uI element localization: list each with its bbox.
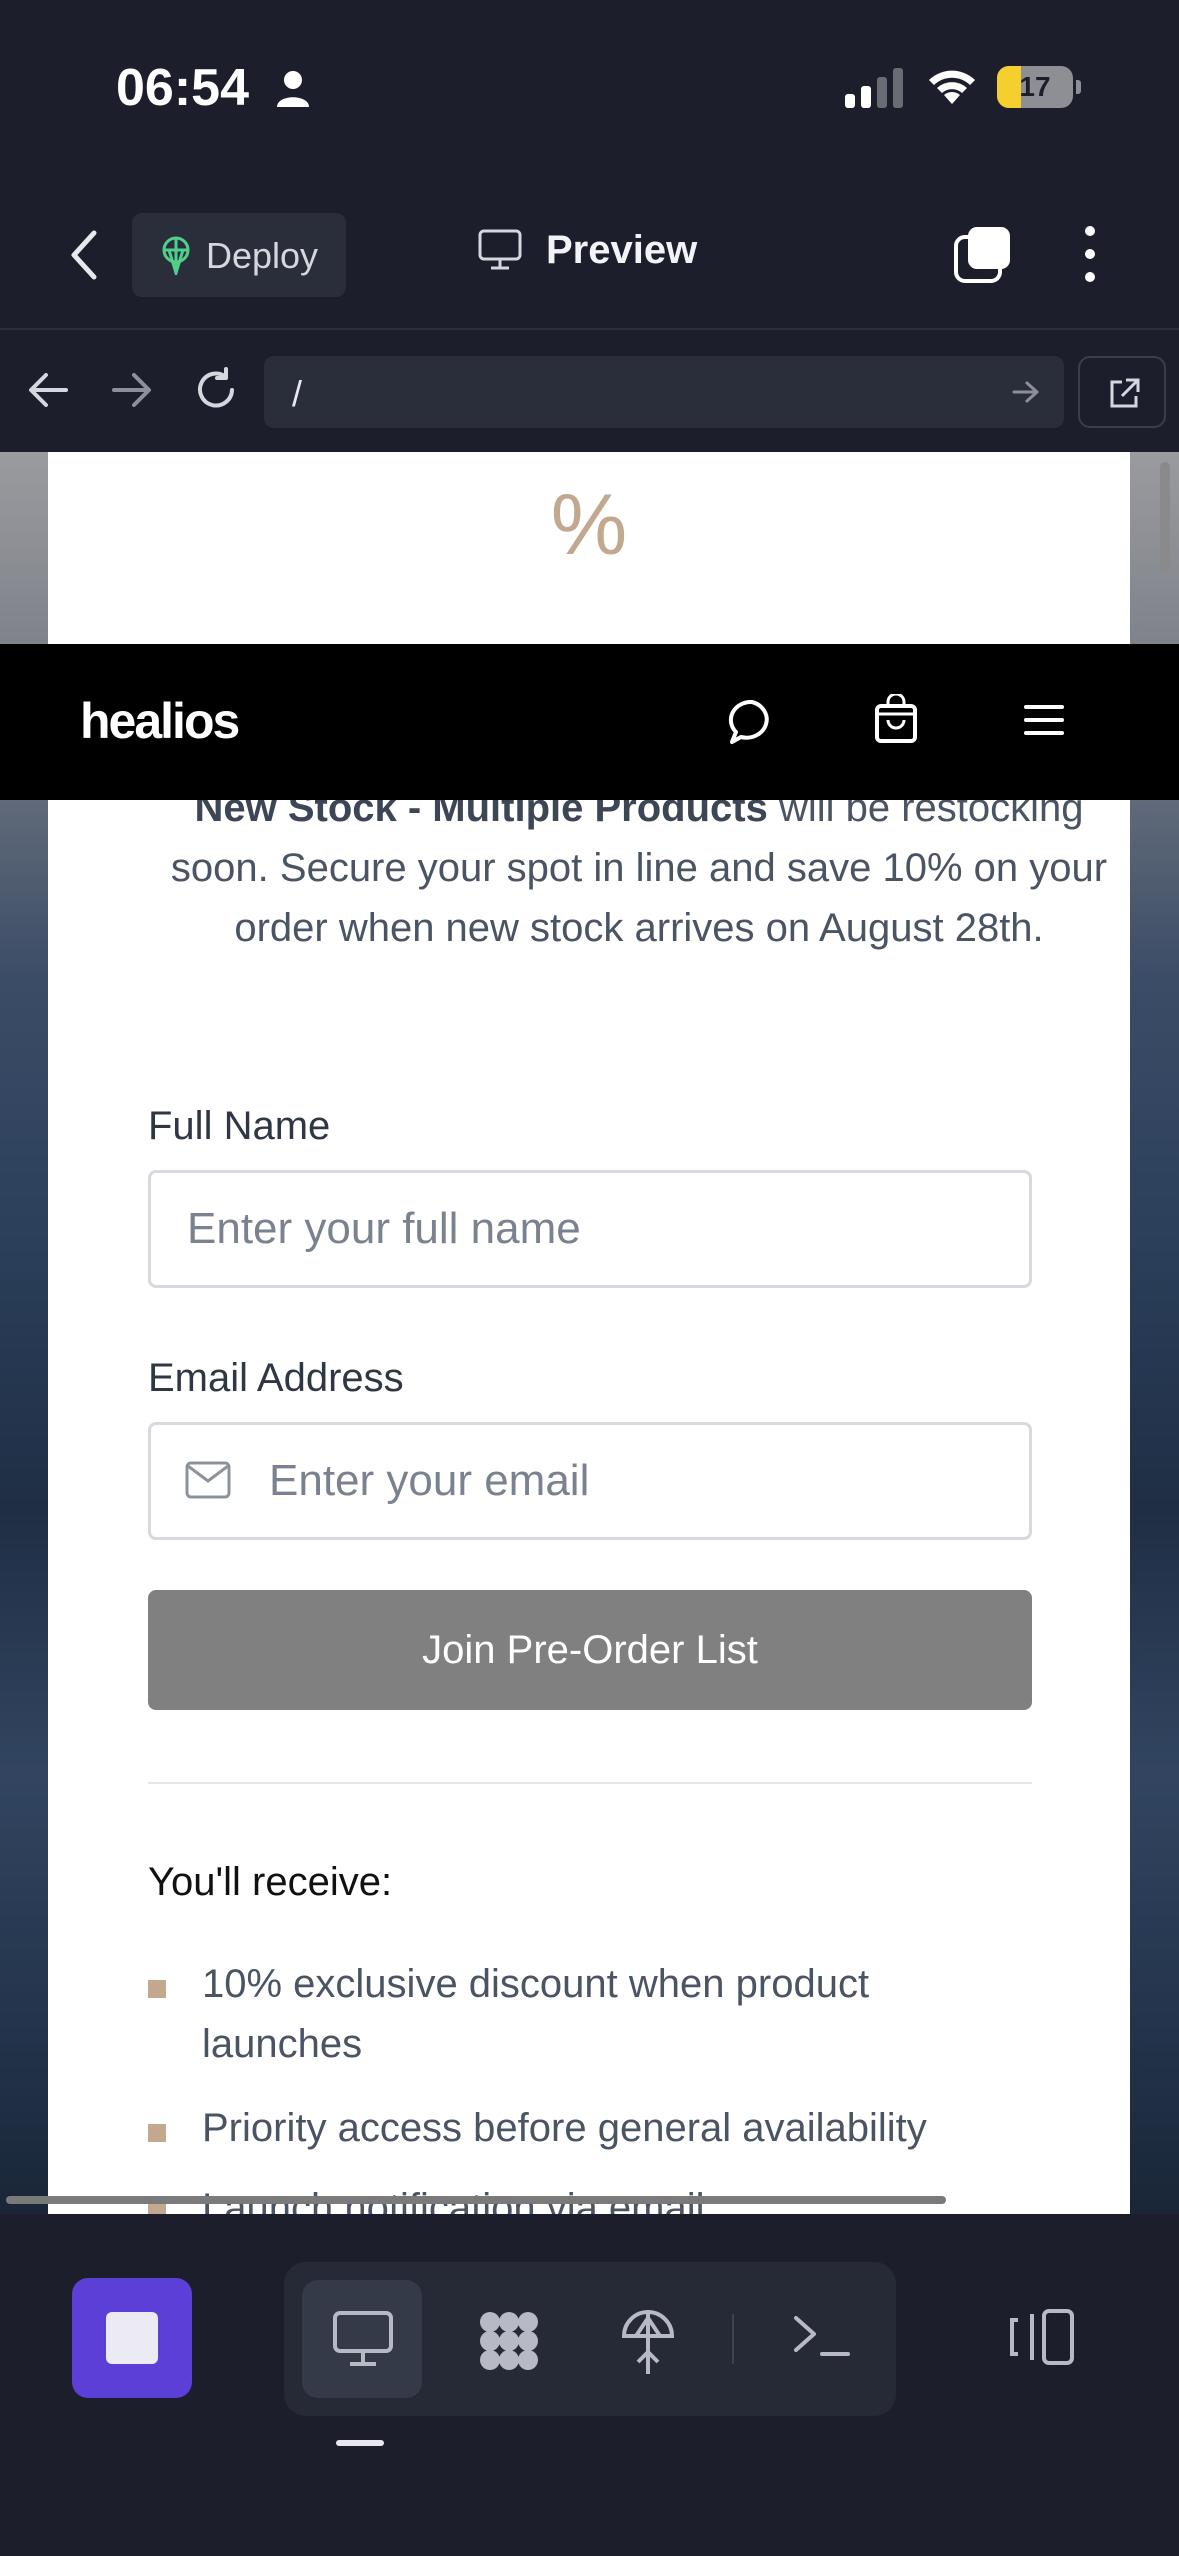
stop-button[interactable]: [72, 2278, 192, 2398]
external-link-icon: [1110, 378, 1140, 408]
stop-icon: [106, 2312, 158, 2364]
healios-logo[interactable]: healios: [80, 692, 240, 750]
signal-icon: [845, 68, 903, 108]
hamburger-menu-icon[interactable]: [1022, 702, 1066, 738]
preview-label: Preview: [546, 228, 698, 272]
benefit-text: 10% exclusive discount when product laun…: [202, 1962, 870, 2066]
bullet-icon: [148, 2204, 166, 2214]
deploy-icon: [162, 236, 190, 275]
toolbar-separator: [732, 2314, 734, 2364]
tabs-icon[interactable]: [952, 223, 1014, 285]
tool-preview[interactable]: [302, 2280, 422, 2398]
battery-icon: 17: [997, 66, 1081, 108]
full-name-field[interactable]: [148, 1170, 1032, 1288]
tool-terminal[interactable]: [762, 2280, 882, 2398]
url-input[interactable]: /: [264, 356, 1064, 428]
percent-icon: %: [550, 477, 628, 573]
reload-icon[interactable]: [192, 366, 240, 414]
mail-icon: [185, 1461, 231, 1499]
chat-icon[interactable]: [728, 698, 776, 746]
arrow-right-icon[interactable]: [110, 370, 154, 410]
shopping-bag-icon[interactable]: [874, 694, 918, 744]
open-external-button[interactable]: [1078, 356, 1166, 428]
full-name-input[interactable]: [187, 1173, 1007, 1285]
receive-title: You'll receive:: [148, 1860, 393, 1904]
join-preorder-button[interactable]: Join Pre-Order List: [148, 1590, 1032, 1710]
back-chevron-icon[interactable]: [62, 227, 108, 283]
puzzle-grid-icon: [480, 2312, 538, 2370]
arrow-left-icon[interactable]: [26, 370, 70, 410]
wifi-icon: [929, 70, 975, 104]
email-field[interactable]: [148, 1422, 1032, 1540]
more-vertical-icon[interactable]: [1072, 223, 1108, 285]
deploy-label: Deploy: [206, 235, 319, 276]
deploy-button[interactable]: Deploy: [132, 213, 346, 297]
web-preview: % New Stock - Multiple Products will be …: [0, 452, 1179, 2214]
full-name-label: Full Name: [148, 1104, 331, 1148]
url-text: /: [292, 373, 303, 414]
benefit-text: Priority access before general availabil…: [202, 2106, 927, 2150]
status-time: 06:54: [116, 59, 249, 117]
browser-url-bar: /: [0, 332, 1179, 452]
person-icon: [277, 71, 309, 107]
tool-integrations[interactable]: [448, 2280, 568, 2398]
bullet-icon: [148, 1980, 166, 1998]
status-bar: 06:54 17: [0, 0, 1179, 175]
intro-text: New Stock - Multiple Products will be re…: [168, 778, 1110, 958]
terminal-icon: [794, 2316, 850, 2356]
deploy-icon: [621, 2310, 675, 2374]
bullet-icon: [148, 2124, 166, 2142]
monitor-icon: [478, 229, 522, 270]
email-input[interactable]: [269, 1425, 1009, 1537]
vertical-scrollbar[interactable]: [1160, 462, 1170, 572]
bottom-toolbar: [0, 2214, 1179, 2556]
go-arrow-icon[interactable]: [1012, 380, 1040, 404]
tool-group: [284, 2262, 896, 2416]
monitor-icon: [333, 2311, 393, 2366]
site-navbar: healios: [0, 644, 1179, 800]
battery-level: 17: [1019, 71, 1051, 102]
horizontal-scrollbar[interactable]: [6, 2196, 946, 2204]
active-tab-indicator: [336, 2440, 384, 2446]
side-panel-icon[interactable]: [1006, 2308, 1076, 2366]
tool-deploy[interactable]: [590, 2280, 710, 2398]
app-header: Deploy Preview: [0, 175, 1179, 330]
divider: [148, 1782, 1032, 1784]
email-label: Email Address: [148, 1356, 404, 1400]
